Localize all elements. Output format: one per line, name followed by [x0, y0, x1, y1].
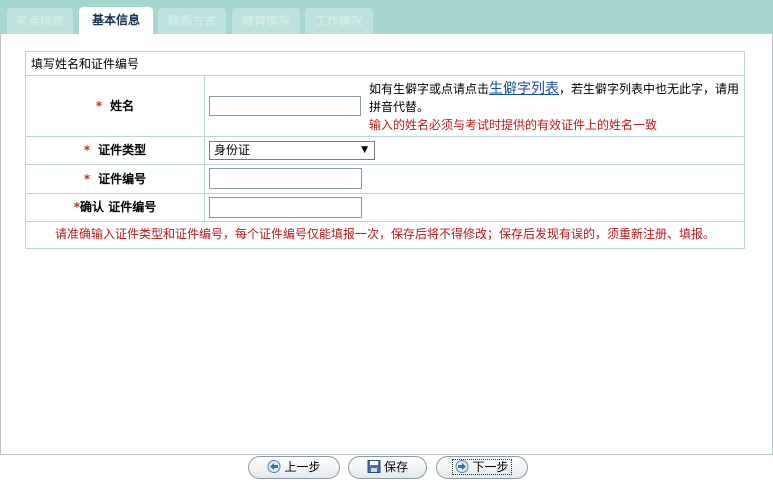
floppy-disk-icon — [367, 460, 381, 473]
required-mark: * — [95, 99, 103, 113]
dropdown-arrow-icon: ▼ — [361, 145, 368, 155]
save-button[interactable]: 保存 — [348, 456, 427, 479]
id-type-row: * 证件类型 身份证 ▼ — [26, 137, 744, 165]
prev-button[interactable]: 上一步 — [248, 456, 340, 479]
tab-bar: 考点信息 基本信息 联系方式 教育情况 工作情况 — [0, 0, 773, 34]
id-number-row: * 证件编号 — [26, 165, 744, 194]
left-arrow-icon — [267, 460, 281, 473]
name-label: * 姓名 — [26, 76, 205, 136]
tab-contact[interactable]: 联系方式 — [158, 8, 226, 34]
notice-text: 请准确输入证件类型和证件编号，每个证件编号仅能填报一次，保存后将不得修改；保存后… — [54, 227, 715, 241]
basic-info-form: 填写姓名和证件编号 * 姓名 如有生僻字或点请点击生僻字列表，若生僻字列表中也无此… — [25, 51, 745, 249]
required-mark: * — [83, 172, 91, 186]
confirm-id-label: *确认 证件编号 — [26, 194, 205, 221]
tab-education[interactable]: 教育情况 — [232, 8, 300, 34]
required-mark: * — [83, 143, 91, 157]
name-hint: 如有生僻字或点请点击生僻字列表，若生僻字列表中也无此字，请用拼音代替。 输入的姓… — [369, 81, 740, 132]
id-number-label: * 证件编号 — [26, 165, 205, 193]
id-number-input[interactable] — [209, 168, 362, 189]
rare-char-list-link[interactable]: 生僻字列表 — [489, 81, 559, 97]
id-type-label: * 证件类型 — [26, 137, 205, 164]
confirm-id-input[interactable] — [209, 197, 362, 218]
tab-basic-info[interactable]: 基本信息 — [79, 7, 153, 34]
right-arrow-icon — [455, 460, 469, 473]
tab-exam-site-info[interactable]: 考点信息 — [7, 8, 73, 34]
name-warning: 输入的姓名必须与考试时提供的有效证件上的姓名一致 — [369, 118, 658, 132]
tab-work[interactable]: 工作情况 — [305, 8, 373, 34]
next-button[interactable]: 下一步 — [436, 456, 528, 479]
name-input[interactable] — [209, 96, 361, 116]
id-type-select[interactable]: 身份证 ▼ — [209, 141, 375, 160]
name-row: * 姓名 如有生僻字或点请点击生僻字列表，若生僻字列表中也无此字，请用拼音代替。 … — [26, 76, 744, 137]
confirm-id-row: *确认 证件编号 — [26, 194, 744, 222]
form-section-title: 填写姓名和证件编号 — [26, 52, 744, 76]
